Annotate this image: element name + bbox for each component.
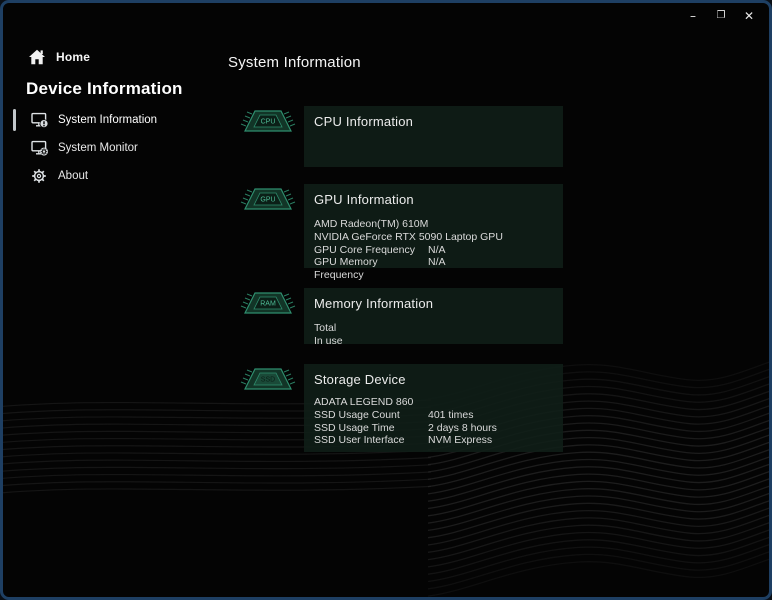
sidebar-item-label: System Information [58,114,158,126]
info-row: GPU Core Frequency N/A [314,244,553,257]
row-value: N/A [428,243,446,256]
info-row: SSD Usage Time 2 days 8 hours [314,422,553,435]
sidebar-item-system-monitor[interactable]: System Monitor [3,135,225,161]
minimize-button[interactable]: – [679,5,707,27]
memory-total-label: Total [314,322,337,334]
row-label: GPU Core Frequency [314,243,415,256]
gear-icon [31,168,49,184]
row-value: NVM Express [428,434,493,447]
sidebar-item-system-information[interactable]: System Information [3,107,225,133]
svg-text:RAM: RAM [260,300,276,307]
page-title: System Information [228,54,361,71]
info-row: SSD User Interface NVM Express [314,434,553,447]
row-label: SSD Usage Time [314,421,395,434]
svg-text:GPU: GPU [260,196,275,203]
sidebar: Home Device Information System Informati… [3,43,225,191]
info-row: GPU Memory Frequency N/A [314,256,553,282]
gpu-name-line: NVIDIA GeForce RTX 5090 Laptop GPU [314,230,503,243]
row-value: 401 times [428,408,474,421]
row-value: N/A [428,256,446,269]
cpu-chip-icon: CPU [240,105,296,137]
svg-text:SSD: SSD [261,376,275,383]
sidebar-item-label: About [58,170,89,182]
storage-model-line: ADATA LEGEND 860 [314,396,414,408]
sidebar-item-about[interactable]: About [3,163,225,189]
cpu-information-card: CPU Information [304,106,563,167]
info-row: SSD Usage Count 401 times [314,409,553,422]
card-title: GPU Information [314,192,414,207]
gpu-information-card: GPU Information AMD Radeon(TM) 610M NVID… [304,184,563,281]
window-controls: – ❐ ✕ [679,5,763,27]
titlebar: – ❐ ✕ [3,3,769,31]
memory-inuse-label: In use [314,334,343,347]
sidebar-nav: System Information System Monitor About [3,107,225,189]
svg-text:CPU: CPU [261,118,276,125]
memory-information-card: Memory Information Total In use [304,288,563,347]
monitor-info-icon [31,112,49,128]
row-label: SSD Usage Count [314,408,400,421]
section-title: Device Information [26,79,183,98]
ram-chip-icon: RAM [240,287,296,319]
monitor-gear-icon [31,140,49,156]
gpu-name-line: AMD Radeon(TM) 610M [314,218,429,230]
sidebar-item-label: System Monitor [58,142,138,154]
storage-device-card: Storage Device ADATA LEGEND 860 SSD Usag… [304,364,563,452]
home-icon [28,49,46,65]
active-indicator [13,109,16,131]
row-label: GPU Memory Frequency [314,256,378,282]
app-window: – ❐ ✕ Home Device Information System Inf… [0,0,772,600]
card-title: Memory Information [314,296,434,311]
row-label: SSD User Interface [314,434,405,447]
maximize-button[interactable]: ❐ [707,5,735,27]
card-title: Storage Device [314,372,406,387]
row-value: 2 days 8 hours [428,421,497,434]
close-button[interactable]: ✕ [735,5,763,27]
card-title: CPU Information [314,114,414,129]
gpu-chip-icon: GPU [240,183,296,215]
ssd-chip-icon: SSD [240,363,296,395]
home-nav[interactable]: Home [3,43,225,71]
home-label: Home [56,50,91,64]
